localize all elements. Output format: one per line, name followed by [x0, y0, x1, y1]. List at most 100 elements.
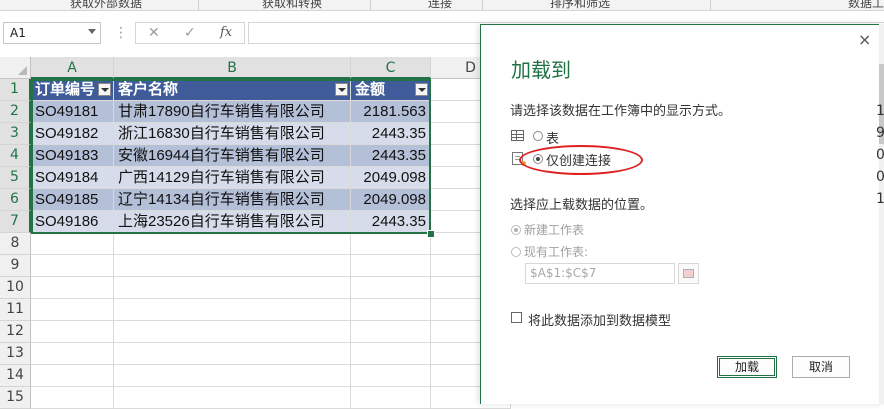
empty-cell[interactable] — [31, 233, 114, 255]
row-header[interactable]: 8 — [0, 233, 31, 255]
filter-dropdown-icon[interactable] — [335, 83, 348, 96]
fill-handle[interactable] — [427, 230, 435, 238]
table-cell[interactable]: 2443.35 — [351, 145, 431, 167]
table-header-cell[interactable]: 订单编号 — [31, 79, 114, 101]
row-header[interactable]: 4 — [0, 145, 31, 167]
radio-table[interactable] — [533, 131, 543, 141]
option-new-sheet-label: 新建工作表 — [524, 223, 585, 237]
option-existing-sheet-label: 现有工作表: — [524, 245, 589, 259]
table-cell[interactable]: SO49181 — [31, 101, 114, 123]
row-header[interactable]: 6 — [0, 189, 31, 211]
table-header-cell[interactable]: 客户名称 — [114, 79, 351, 101]
load-button[interactable]: 加载 — [717, 356, 777, 378]
chevron-down-icon[interactable] — [88, 29, 96, 34]
empty-cell[interactable] — [31, 277, 114, 299]
add-to-data-model-checkbox[interactable] — [511, 312, 522, 323]
empty-cell[interactable] — [114, 299, 351, 321]
empty-cell[interactable] — [114, 365, 351, 387]
table-cell[interactable]: SO49183 — [31, 145, 114, 167]
range-picker-icon[interactable] — [678, 263, 699, 284]
empty-cell[interactable] — [31, 343, 114, 365]
row-header[interactable]: 3 — [0, 123, 31, 145]
insert-function-icon[interactable]: fx — [220, 25, 232, 40]
row-header[interactable]: 10 — [0, 277, 31, 299]
name-box[interactable]: A1 — [3, 22, 101, 44]
table-cell[interactable]: 甘肃17890自行车销售有限公司 — [114, 101, 351, 123]
table-cell[interactable]: SO49185 — [31, 189, 114, 211]
ribbon-group-get-transform: 获取和转换 — [262, 0, 323, 10]
name-box-value: A1 — [10, 26, 26, 40]
filter-dropdown-icon[interactable] — [98, 83, 111, 96]
row-header[interactable]: 1 — [0, 79, 31, 101]
empty-cell[interactable] — [31, 255, 114, 277]
column-header-c[interactable]: C — [351, 57, 431, 79]
empty-cell[interactable] — [351, 343, 431, 365]
empty-cell[interactable] — [351, 321, 431, 343]
empty-cell[interactable] — [351, 387, 431, 409]
annotation-highlight-ring — [519, 145, 643, 175]
empty-cell[interactable] — [114, 255, 351, 277]
column-header-b[interactable]: B — [114, 57, 351, 79]
row-header[interactable]: 11 — [0, 299, 31, 321]
empty-cell[interactable] — [351, 277, 431, 299]
row-header[interactable]: 7 — [0, 211, 31, 233]
enter-formula-icon[interactable]: ✓ — [184, 25, 196, 41]
offscreen-cell-text: 0 — [876, 169, 884, 185]
table-cell[interactable]: 2049.098 — [351, 167, 431, 189]
cancel-formula-icon[interactable]: ✕ — [148, 25, 160, 41]
empty-cell[interactable] — [31, 387, 114, 409]
offscreen-cell-text: 1 — [876, 191, 884, 207]
table-cell[interactable]: 广西14129自行车销售有限公司 — [114, 167, 351, 189]
table-cell[interactable]: 2443.35 — [351, 211, 431, 233]
row-header[interactable]: 2 — [0, 101, 31, 123]
empty-cell[interactable] — [114, 277, 351, 299]
table-cell[interactable]: SO49184 — [31, 167, 114, 189]
empty-cell[interactable] — [351, 365, 431, 387]
more-options-icon[interactable]: ⋮ — [114, 25, 128, 41]
row-header[interactable]: 9 — [0, 255, 31, 277]
empty-cell[interactable] — [351, 233, 431, 255]
empty-cell[interactable] — [31, 299, 114, 321]
row-header[interactable]: 14 — [0, 365, 31, 387]
load-to-dialog: × 加载到 — [480, 24, 884, 404]
empty-cell[interactable] — [114, 321, 351, 343]
option-table-label: 表 — [546, 132, 560, 147]
table-cell[interactable]: 2181.563 — [351, 101, 431, 123]
close-icon[interactable]: × — [858, 30, 871, 49]
select-all-corner[interactable] — [0, 57, 31, 79]
empty-cell[interactable] — [31, 365, 114, 387]
table-header-cell[interactable]: 金额 — [351, 79, 431, 101]
range-input[interactable]: $A$1:$C$7 — [525, 263, 675, 284]
display-prompt: 请选择该数据在工作簿中的显示方式。 — [510, 104, 732, 119]
ribbon-separator — [198, 0, 199, 10]
ribbon-group-connections: 连接 — [428, 0, 453, 10]
row-header[interactable]: 15 — [0, 387, 31, 409]
table-cell[interactable]: 2443.35 — [351, 123, 431, 145]
vertical-scrollbar[interactable] — [879, 24, 884, 404]
table-cell[interactable]: SO49182 — [31, 123, 114, 145]
ribbon-group-sort-filter: 排序和筛选 — [550, 0, 611, 10]
row-header[interactable]: 5 — [0, 167, 31, 189]
offscreen-cell-text: 9 — [876, 125, 884, 141]
table-cell[interactable]: 辽宁14134自行车销售有限公司 — [114, 189, 351, 211]
offscreen-cell-text: 1 — [876, 103, 884, 119]
formula-buttons: ✕ ✓ fx — [135, 22, 245, 44]
row-header[interactable]: 13 — [0, 343, 31, 365]
empty-cell[interactable] — [114, 387, 351, 409]
table-cell[interactable]: 上海23526自行车销售有限公司 — [114, 211, 351, 233]
row-header[interactable]: 12 — [0, 321, 31, 343]
cancel-button[interactable]: 取消 — [792, 356, 850, 378]
empty-cell[interactable] — [351, 299, 431, 321]
empty-cell[interactable] — [114, 343, 351, 365]
table-cell[interactable]: 浙江16830自行车销售有限公司 — [114, 123, 351, 145]
table-cell[interactable]: 2049.098 — [351, 189, 431, 211]
empty-cell[interactable] — [351, 255, 431, 277]
empty-cell[interactable] — [114, 233, 351, 255]
empty-cell[interactable] — [31, 321, 114, 343]
table-cell[interactable]: 安徽16944自行车销售有限公司 — [114, 145, 351, 167]
filter-dropdown-icon[interactable] — [415, 83, 428, 96]
radio-new-sheet[interactable] — [511, 225, 521, 235]
column-header-a[interactable]: A — [31, 57, 114, 79]
radio-existing-sheet[interactable] — [511, 247, 521, 257]
table-cell[interactable]: SO49186 — [31, 211, 114, 233]
